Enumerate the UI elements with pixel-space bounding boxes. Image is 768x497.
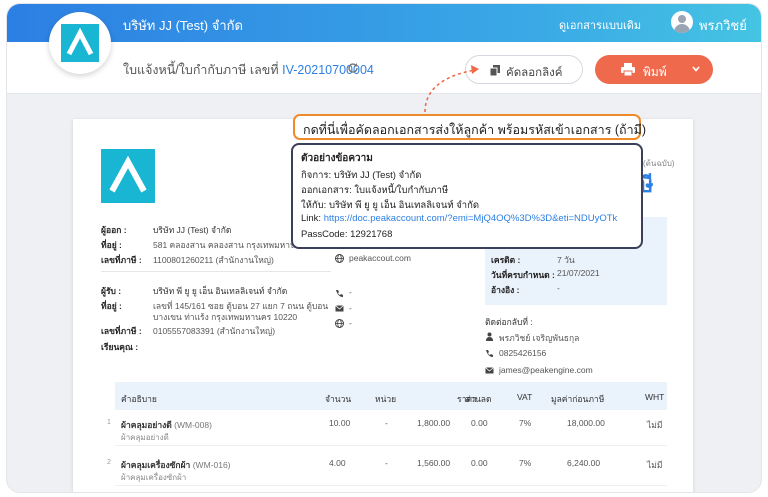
item-quantity: 4.00: [329, 458, 346, 468]
issuer-tax-label: เลขที่ภาษี :: [101, 255, 142, 265]
col-vat: VAT: [517, 392, 533, 402]
issuer-tax-id: 1100801260211 (สำนักงานใหญ่): [153, 255, 274, 265]
example-message-box: ตัวอย่างข้อความ กิจการ: บริษัท JJ (Test)…: [291, 143, 643, 249]
app-window: บริษัท JJ (Test) จำกัด ดูเอกสารแบบเดิม พ…: [6, 3, 762, 493]
email-icon: [485, 367, 494, 374]
example-link-line: Link: https://doc.peakaccount.com/?emi=M…: [301, 213, 617, 224]
issuer-label: ผู้ออก :: [101, 225, 127, 235]
item-name: ผ้าคลุมเครื่องซักผ้า (WM-016): [121, 460, 231, 470]
issuer-address-label: ที่อยู่ :: [101, 240, 122, 250]
customer-address-line2: บางเขน ท่าแร้ง กรุงเทพมหานคร 10220: [153, 312, 298, 322]
user-name[interactable]: พรภวิชย์: [699, 15, 747, 36]
due-date-value: 21/07/2021: [557, 268, 600, 278]
top-bar: บริษัท JJ (Test) จำกัด ดูเอกสารแบบเดิม พ…: [7, 4, 761, 42]
contact-name: พรภวิชย์ เจริญพันธกุล: [499, 333, 580, 343]
divider: [101, 271, 331, 272]
globe-icon: [335, 254, 344, 263]
document-title: ใบแจ้งหนี้/ใบกำกับภาษี เลขที่ IV-2021070…: [123, 60, 374, 80]
refresh-icon[interactable]: [347, 62, 359, 74]
reference-label: อ้างอิง :: [491, 285, 520, 295]
example-link-url[interactable]: https://doc.peakaccount.com/?emi=MjQ4OQ%…: [324, 213, 618, 224]
reference-value: -: [557, 283, 560, 293]
globe-icon: [335, 319, 344, 328]
table-row: 2 ผ้าคลุมเครื่องซักผ้า (WM-016) ผ้าคลุมเ…: [107, 450, 667, 486]
item-amount: 18,000.00: [567, 418, 605, 428]
item-description: ผ้าคลุมอย่างดี: [121, 433, 169, 442]
customer-email: -: [349, 303, 352, 313]
item-unit: -: [385, 418, 388, 428]
printer-icon: [621, 63, 635, 76]
customer-phone: -: [349, 287, 352, 297]
company-logo: [101, 149, 155, 203]
example-title: ตัวอย่างข้อความ: [301, 153, 373, 164]
avatar[interactable]: [671, 11, 693, 33]
example-passcode: PassCode: 12921768: [301, 229, 393, 240]
example-link-label: Link:: [301, 213, 324, 224]
user-icon: [486, 332, 493, 341]
item-discount: 0.00: [471, 418, 488, 428]
item-amount: 6,240.00: [567, 458, 601, 468]
document-number: IV-20210700004: [282, 63, 374, 77]
issuer-name: บริษัท JJ (Test) จำกัด: [153, 225, 232, 235]
example-recipient: ให้กับ: บริษัท พี ยู ยู เอ็น อินเทลลิเจน…: [301, 200, 480, 211]
pointer-arrow: [424, 65, 479, 113]
item-unit: -: [385, 458, 388, 468]
document-toolbar: ใบแจ้งหนี้/ใบกำกับภาษี เลขที่ IV-2021070…: [7, 42, 761, 94]
item-price: 1,560.00: [417, 458, 451, 468]
items-table-header: คำอธิบาย จำนวน หน่วย ราคา ส่วนลด VAT มูล…: [115, 382, 667, 410]
item-price: 1,800.00: [417, 418, 451, 428]
old-view-link[interactable]: ดูเอกสารแบบเดิม: [559, 16, 641, 34]
col-amount: มูลค่าก่อนภาษี: [551, 394, 605, 404]
phone-icon: [486, 350, 493, 357]
col-quantity: จำนวน: [325, 394, 352, 404]
item-quantity: 10.00: [329, 418, 351, 428]
contact-email: james@peakengine.com: [499, 365, 593, 375]
chevron-down-icon[interactable]: [691, 64, 701, 74]
row-number: 1: [107, 419, 111, 426]
issuer-website: peakaccout.com: [349, 253, 411, 263]
item-name: ผ้าคลุมอย่างดี (WM-008): [121, 420, 212, 430]
contact-phone: 0825426156: [499, 348, 547, 358]
col-discount: ส่วนลด: [465, 394, 492, 404]
copy-hint-callout: กดที่นี่เพื่อคัดลอกเอกสารส่งให้ลูกค้า พร…: [293, 114, 646, 140]
customer-website: -: [349, 318, 352, 328]
customer-address-label: ที่อยู่ :: [101, 301, 122, 311]
item-description: ผ้าคลุมเครื่องซักผ้า: [121, 473, 187, 482]
item-vat: 7%: [519, 418, 532, 428]
attention-label: เรียนคุณ :: [101, 342, 139, 352]
item-wht: ไม่มี: [647, 420, 663, 430]
callout-text: กดที่นี่เพื่อคัดลอกเอกสารส่งให้ลูกค้า พร…: [303, 123, 647, 137]
col-unit: หน่วย: [375, 394, 397, 404]
email-icon: [335, 305, 344, 312]
customer-tax-id: 0105557083391 (สำนักงานใหญ่): [153, 326, 276, 336]
row-number: 2: [107, 459, 111, 466]
col-wht: WHT: [645, 392, 665, 402]
issuer-address: 581 คลองสาน คลองสาน กรุงเทพมหาน: [153, 240, 296, 250]
item-discount: 0.00: [471, 458, 488, 468]
customer-name: บริษัท พี ยู ยู เอ็น อินเทลลิเจนท์ จำกัด: [153, 286, 288, 296]
phone-icon: [336, 290, 343, 297]
copy-link-label: คัดลอกลิงค์: [506, 67, 563, 79]
customer-tax-label: เลขที่ภาษี :: [101, 326, 142, 336]
company-name[interactable]: บริษัท JJ (Test) จำกัด: [123, 15, 243, 36]
example-document: ออกเอกสาร: ใบแจ้งหนี้/ใบกำกับภาษี: [301, 185, 449, 196]
document-type-label: ใบแจ้งหนี้/ใบกำกับภาษี เลขที่: [123, 63, 279, 77]
due-date-label: วันที่ครบกำหนด :: [491, 270, 555, 280]
print-label: พิมพ์: [643, 65, 667, 79]
print-button[interactable]: พิมพ์: [595, 55, 713, 84]
app-logo[interactable]: [49, 12, 111, 74]
credit-value: 7 วัน: [557, 255, 575, 265]
credit-label: เครดิต :: [491, 255, 521, 265]
customer-label: ผู้รับ :: [101, 286, 122, 296]
contact-label: ติดต่อกลับที่ :: [485, 317, 533, 327]
example-business: กิจการ: บริษัท JJ (Test) จำกัด: [301, 170, 422, 181]
item-vat: 7%: [519, 458, 532, 468]
copy-icon: [490, 65, 500, 76]
item-wht: ไม่มี: [647, 460, 663, 470]
col-description: คำอธิบาย: [121, 394, 157, 404]
table-row: 1 ผ้าคลุมอย่างดี (WM-008) ผ้าคลุมอย่างดี…: [107, 410, 667, 446]
